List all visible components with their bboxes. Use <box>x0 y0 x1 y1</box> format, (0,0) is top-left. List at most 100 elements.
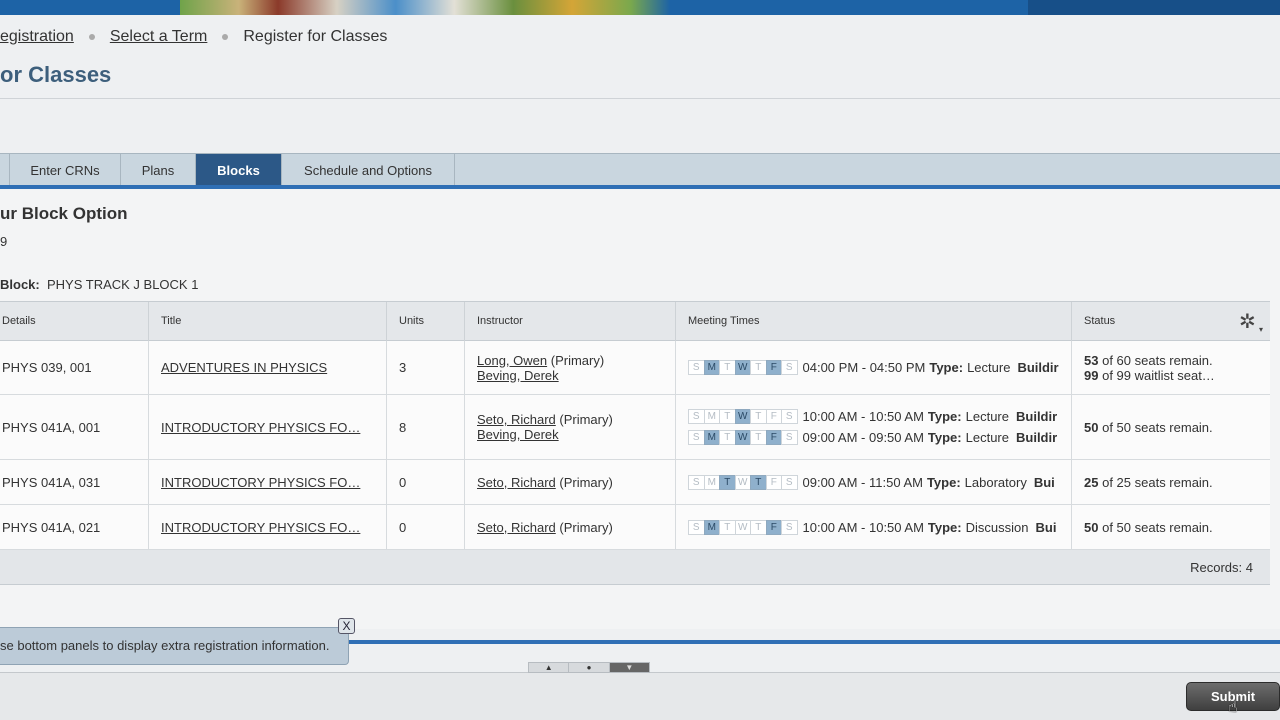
course-title-link[interactable]: INTRODUCTORY PHYSICS FO… <box>161 475 386 490</box>
instructor-link[interactable]: Seto, Richard <box>477 412 556 427</box>
tab-hidden-left[interactable] <box>0 154 10 186</box>
tab-enter-crns[interactable]: Enter CRNs <box>10 154 121 186</box>
meeting-type: Laboratory <box>964 474 1027 490</box>
course-title-link[interactable]: ADVENTURES IN PHYSICS <box>161 360 386 375</box>
tab-schedule-options[interactable]: Schedule and Options <box>282 154 455 186</box>
instructor-line: Beving, Derek <box>477 427 675 442</box>
col-title[interactable]: Title <box>149 302 387 341</box>
weekday-indicator: SMTWTFS <box>688 519 798 535</box>
instructor-link[interactable]: Long, Owen <box>477 353 547 368</box>
weekday-indicator: SMTWTFS <box>688 409 798 424</box>
table-row[interactable]: PHYS 041A, 031 INTRODUCTORY PHYSICS FO… 0 S… <box>0 460 1270 505</box>
panel-toggles: ▲ ● ▼ <box>528 662 650 673</box>
banner-right-panel <box>1028 0 1280 15</box>
cell-meeting-times: S M T W T F S 10:00 AM - 10:50 AM Type: Discussio… <box>676 505 1072 549</box>
status-line: 53 of 60 seats remain. <box>1084 353 1270 368</box>
meeting-time: 10:00 AM - 10:50 AM <box>802 519 924 535</box>
day-box: T <box>719 409 736 424</box>
instructor-role: (Primary) <box>559 412 613 427</box>
panel-dot-icon[interactable]: ● <box>569 663 610 672</box>
panel-down-icon[interactable]: ▼ <box>609 663 649 672</box>
status-text: of 50 seats remain. <box>1102 519 1213 535</box>
col-meeting-times[interactable]: Meeting Times <box>676 302 1072 341</box>
meeting-building-label: Buildir <box>1016 430 1058 445</box>
instructor-link[interactable]: Beving, Derek <box>477 368 559 383</box>
instructor-link[interactable]: Beving, Derek <box>477 427 559 442</box>
panel-up-icon[interactable]: ▲ <box>529 663 570 672</box>
header-banner <box>0 0 1280 15</box>
footer-bar <box>0 672 1280 720</box>
meeting-line: S M T W T F S 09:00 AM - 11:50 AM Type: Laborator… <box>688 472 1071 493</box>
table-row[interactable]: PHYS 039, 001 ADVENTURES IN PHYSICS 3 Long,… <box>0 341 1270 395</box>
gear-icon[interactable]: ✲ ▾ <box>1239 312 1265 334</box>
instructor-line: Long, Owen (Primary) <box>477 353 675 368</box>
cell-details: PHYS 039, 001 <box>0 341 149 394</box>
day-box: S <box>688 519 705 535</box>
instructor-line: Beving, Derek <box>477 368 675 383</box>
day-box: T <box>719 430 736 445</box>
status-line: 25 of 25 seats remain. <box>1084 475 1270 490</box>
instructor-line: Seto, Richard (Primary) <box>477 520 675 535</box>
page-title: or Classes <box>0 62 112 87</box>
cell-units: 0 <box>387 460 465 504</box>
course-title-link[interactable]: INTRODUCTORY PHYSICS FO… <box>161 420 386 435</box>
meeting-line: S M T W T F S 09:00 AM - 09:50 AM Type: Lecture Bu… <box>688 427 1071 448</box>
cell-title: INTRODUCTORY PHYSICS FO… <box>149 505 387 549</box>
weekday-indicator: SMTWTFS <box>688 430 798 445</box>
records-footer: Records: 4 <box>0 550 1270 585</box>
status-count: 53 <box>1084 352 1099 368</box>
cell-instructor: Seto, Richard (Primary) Beving, Derek <box>465 395 676 459</box>
table-row[interactable]: PHYS 041A, 001 INTRODUCTORY PHYSICS FO… 8 S… <box>0 395 1270 460</box>
term-code: 9 <box>0 234 8 249</box>
cell-instructor: Seto, Richard (Primary) <box>465 505 676 549</box>
breadcrumb-separator <box>88 34 95 40</box>
meeting-time: 10:00 AM - 10:50 AM <box>802 409 924 424</box>
banner-artwork <box>180 0 670 15</box>
tab-blocks[interactable]: Blocks <box>196 154 282 192</box>
instructor-link[interactable]: Seto, Richard <box>477 520 556 535</box>
col-details[interactable]: Details <box>0 302 149 341</box>
tab-plans[interactable]: Plans <box>121 154 196 186</box>
day-box: W <box>734 360 751 375</box>
day-box: S <box>781 409 798 424</box>
day-box: S <box>688 430 705 445</box>
meeting-line: S M T W T F S 04:00 PM - 04:50 PM Type: Lecture Bu… <box>688 357 1071 378</box>
day-box: W <box>734 409 751 424</box>
instructor-role: (Primary) <box>559 474 613 490</box>
day-box: M <box>703 474 720 490</box>
cell-units: 0 <box>387 505 465 549</box>
col-units[interactable]: Units <box>387 302 465 341</box>
status-text: of 60 seats remain. <box>1102 352 1213 368</box>
course-title-link[interactable]: INTRODUCTORY PHYSICS FO… <box>161 520 386 535</box>
day-box: T <box>719 474 736 490</box>
breadcrumb-separator <box>222 34 229 40</box>
status-text: of 99 waitlist seat… <box>1102 367 1215 383</box>
instructor-link[interactable]: Seto, Richard <box>477 475 556 490</box>
day-box: M <box>703 519 720 535</box>
cell-status: 50 of 50 seats remain. <box>1072 505 1270 549</box>
status-count: 25 <box>1084 474 1099 490</box>
breadcrumb-select-term[interactable]: Select a Term <box>110 28 208 46</box>
breadcrumb-registration[interactable]: egistration <box>0 28 74 46</box>
meeting-type-label: Type: <box>927 430 962 445</box>
meeting-type: Lecture <box>965 430 1009 445</box>
tab-bar: Enter CRNs Plans Blocks Schedule and Opt… <box>0 153 1280 192</box>
block-prefix: Block: <box>0 277 40 292</box>
cell-units: 3 <box>387 341 465 394</box>
meeting-building-label: Buildir <box>1017 360 1059 375</box>
col-instructor[interactable]: Instructor <box>465 302 676 341</box>
meeting-line: S M T W T F S 10:00 AM - 10:50 AM Type: Lecture Bu… <box>688 406 1071 427</box>
day-box: S <box>688 409 705 424</box>
status-count: 50 <box>1084 519 1099 535</box>
day-box: M <box>703 430 720 445</box>
day-box: T <box>719 360 736 375</box>
table-row[interactable]: PHYS 041A, 021 INTRODUCTORY PHYSICS FO… 0 S… <box>0 505 1270 550</box>
hand-pointer-icon: ☝ <box>1228 699 1238 716</box>
tooltip-close-button[interactable]: X <box>338 618 355 634</box>
cell-title: INTRODUCTORY PHYSICS FO… <box>149 395 387 459</box>
day-box: W <box>734 430 751 445</box>
cell-status: 50 of 50 seats remain. <box>1072 395 1270 459</box>
day-box: S <box>781 474 798 490</box>
cell-title: ADVENTURES IN PHYSICS <box>149 341 387 394</box>
info-tooltip: se bottom panels to display extra regist… <box>0 627 349 665</box>
